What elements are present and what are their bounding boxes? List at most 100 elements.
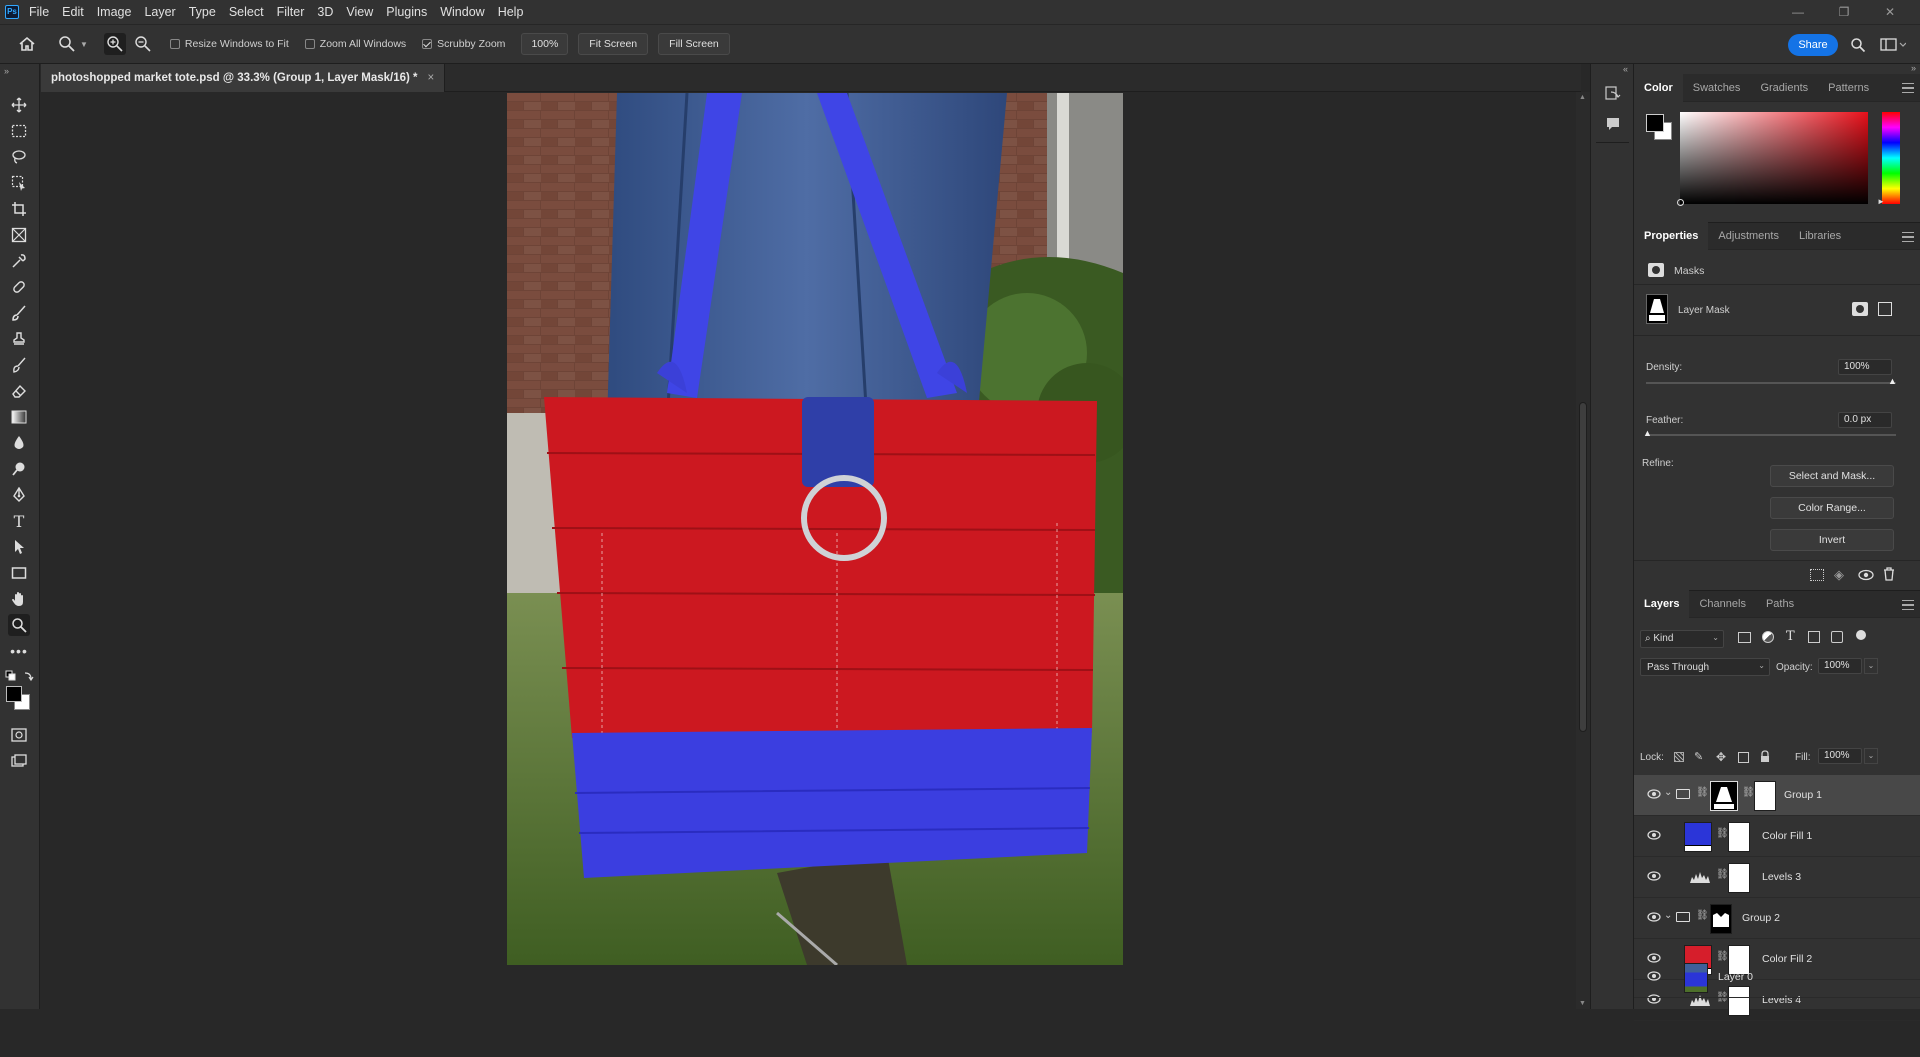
default-colors-icon[interactable] bbox=[5, 670, 35, 684]
feather-field[interactable]: 0.0 px bbox=[1838, 412, 1892, 428]
zoom-all-windows-checkbox[interactable]: Zoom All Windows bbox=[304, 38, 406, 50]
apply-mask-icon[interactable]: ◈ bbox=[1834, 567, 1844, 583]
layer-row-group-2[interactable]: ⌄ ⛓ Group 2 bbox=[1634, 898, 1920, 939]
tab-libraries[interactable]: Libraries bbox=[1789, 222, 1851, 250]
menu-layer[interactable]: Layer bbox=[144, 5, 175, 19]
layer-row-levels-3[interactable]: ⛓ Levels 3 bbox=[1634, 857, 1920, 898]
menu-filter[interactable]: Filter bbox=[277, 5, 305, 19]
filter-type-icon[interactable]: T bbox=[1786, 629, 1795, 644]
history-brush-tool-icon[interactable] bbox=[8, 354, 30, 376]
menu-3d[interactable]: 3D bbox=[317, 5, 333, 19]
layer-name[interactable]: Levels 3 bbox=[1762, 871, 1801, 883]
visibility-eye-icon[interactable] bbox=[1647, 830, 1661, 840]
menu-window[interactable]: Window bbox=[440, 5, 484, 19]
zoom-percent-field[interactable]: 100% bbox=[521, 33, 569, 55]
close-window-button[interactable]: ✕ bbox=[1867, 0, 1913, 24]
tab-properties[interactable]: Properties bbox=[1634, 222, 1709, 250]
layer-row-layer-0[interactable]: Layer 0 bbox=[1634, 957, 1920, 998]
checkbox-box[interactable] bbox=[169, 39, 180, 49]
pen-tool-icon[interactable] bbox=[8, 484, 30, 506]
clone-stamp-tool-icon[interactable] bbox=[8, 328, 30, 350]
hand-tool-icon[interactable] bbox=[8, 588, 30, 610]
history-panel-icon[interactable] bbox=[1605, 86, 1621, 105]
visibility-eye-icon[interactable] bbox=[1647, 912, 1661, 922]
levels-adjustment-icon[interactable] bbox=[1690, 871, 1710, 886]
layer-mask-thumbnail[interactable] bbox=[1754, 781, 1776, 811]
link-icon[interactable]: ⛓ bbox=[1696, 787, 1709, 798]
restore-button[interactable]: ❐ bbox=[1821, 0, 1867, 24]
scrollbar-thumb[interactable] bbox=[1579, 402, 1587, 732]
tab-patterns[interactable]: Patterns bbox=[1818, 74, 1879, 102]
workspace-icon[interactable] bbox=[1880, 38, 1906, 52]
layer-name[interactable]: Group 2 bbox=[1742, 912, 1780, 924]
layer-name[interactable]: Layer 0 bbox=[1718, 971, 1753, 983]
hue-slider[interactable] bbox=[1882, 112, 1900, 204]
lock-image-icon[interactable]: ✎ bbox=[1694, 750, 1703, 763]
dodge-tool-icon[interactable] bbox=[8, 458, 30, 480]
collapse-dock-icon[interactable]: » bbox=[1911, 63, 1916, 73]
resize-windows-checkbox[interactable]: Resize Windows to Fit bbox=[169, 38, 289, 50]
checkbox-box[interactable] bbox=[304, 39, 315, 49]
filter-adjustment-icon[interactable] bbox=[1762, 631, 1774, 643]
link-icon[interactable]: ⛓ bbox=[1716, 828, 1729, 839]
home-icon[interactable] bbox=[18, 36, 36, 52]
add-vector-mask-icon[interactable] bbox=[1878, 302, 1892, 316]
checkbox-box-checked[interactable] bbox=[422, 39, 433, 49]
blend-mode-select[interactable]: Pass Through ⌄ bbox=[1640, 658, 1770, 676]
filter-toggle-icon[interactable] bbox=[1856, 630, 1866, 640]
filter-pixel-icon[interactable] bbox=[1738, 632, 1751, 643]
filter-smart-object-icon[interactable] bbox=[1831, 631, 1843, 643]
color-swatches-icon[interactable] bbox=[6, 686, 34, 714]
crop-tool-icon[interactable] bbox=[8, 198, 30, 220]
filter-shape-icon[interactable] bbox=[1808, 631, 1820, 643]
fill-dropdown-icon[interactable]: ⌄ bbox=[1864, 748, 1878, 764]
layer-mask-thumbnail[interactable] bbox=[1728, 863, 1750, 893]
eyedropper-tool-icon[interactable] bbox=[8, 250, 30, 272]
fill-field[interactable]: 100% bbox=[1818, 748, 1862, 764]
lock-all-icon[interactable] bbox=[1760, 750, 1770, 766]
photoshop-logo[interactable]: Ps bbox=[5, 5, 19, 19]
close-document-icon[interactable]: × bbox=[428, 72, 435, 84]
layer-image-thumbnail[interactable] bbox=[1684, 963, 1708, 993]
feather-slider-handle[interactable]: ▲ bbox=[1643, 428, 1652, 438]
menu-select[interactable]: Select bbox=[229, 5, 264, 19]
visibility-eye-icon[interactable] bbox=[1647, 789, 1661, 799]
color-range-button[interactable]: Color Range... bbox=[1770, 497, 1894, 519]
menu-view[interactable]: View bbox=[346, 5, 373, 19]
edit-toolbar-icon[interactable]: ••• bbox=[8, 640, 30, 662]
select-pixel-mask-icon[interactable] bbox=[1852, 302, 1868, 316]
hue-slider-handle[interactable]: ► bbox=[1877, 197, 1885, 206]
link-icon[interactable]: ⛓ bbox=[1742, 787, 1755, 798]
menu-type[interactable]: Type bbox=[189, 5, 216, 19]
minimize-button[interactable]: — bbox=[1775, 0, 1821, 24]
disable-mask-icon[interactable] bbox=[1858, 569, 1874, 584]
menu-plugins[interactable]: Plugins bbox=[386, 5, 427, 19]
document-image[interactable] bbox=[507, 93, 1123, 965]
fit-screen-button[interactable]: Fit Screen bbox=[578, 33, 649, 55]
lock-artboard-icon[interactable] bbox=[1738, 752, 1749, 763]
density-field[interactable]: 100% bbox=[1838, 359, 1892, 375]
layer-name[interactable]: Color Fill 1 bbox=[1762, 830, 1812, 842]
rectangle-tool-icon[interactable] bbox=[8, 562, 30, 584]
zoom-tool-icon[interactable] bbox=[8, 614, 30, 636]
tab-channels[interactable]: Channels bbox=[1689, 590, 1755, 618]
menu-image[interactable]: Image bbox=[97, 5, 132, 19]
scroll-up-icon[interactable]: ▲ bbox=[1579, 94, 1586, 101]
panel-menu-icon[interactable] bbox=[1902, 83, 1914, 93]
tab-swatches[interactable]: Swatches bbox=[1683, 74, 1751, 102]
expand-chevron-icon[interactable]: ⌄ bbox=[1664, 910, 1672, 921]
lock-transparent-icon[interactable] bbox=[1674, 752, 1684, 762]
visibility-eye-icon[interactable] bbox=[1647, 971, 1661, 981]
collapse-panels-icon[interactable]: « bbox=[1623, 64, 1628, 74]
lasso-tool-icon[interactable] bbox=[8, 146, 30, 168]
healing-brush-tool-icon[interactable] bbox=[8, 276, 30, 298]
brush-tool-icon[interactable] bbox=[8, 302, 30, 324]
move-tool-icon[interactable] bbox=[8, 94, 30, 116]
marquee-tool-icon[interactable] bbox=[8, 120, 30, 142]
tab-color[interactable]: Color bbox=[1634, 73, 1683, 102]
search-icon[interactable] bbox=[1850, 37, 1866, 53]
scroll-down-icon[interactable]: ▼ bbox=[1579, 1000, 1586, 1007]
layer-filter-kind-select[interactable]: ⌕ Kind ⌄ bbox=[1640, 630, 1724, 648]
blur-tool-icon[interactable] bbox=[8, 432, 30, 454]
layer-row-group-1[interactable]: ⌄ ⛓ ⛓ Group 1 bbox=[1634, 775, 1920, 816]
